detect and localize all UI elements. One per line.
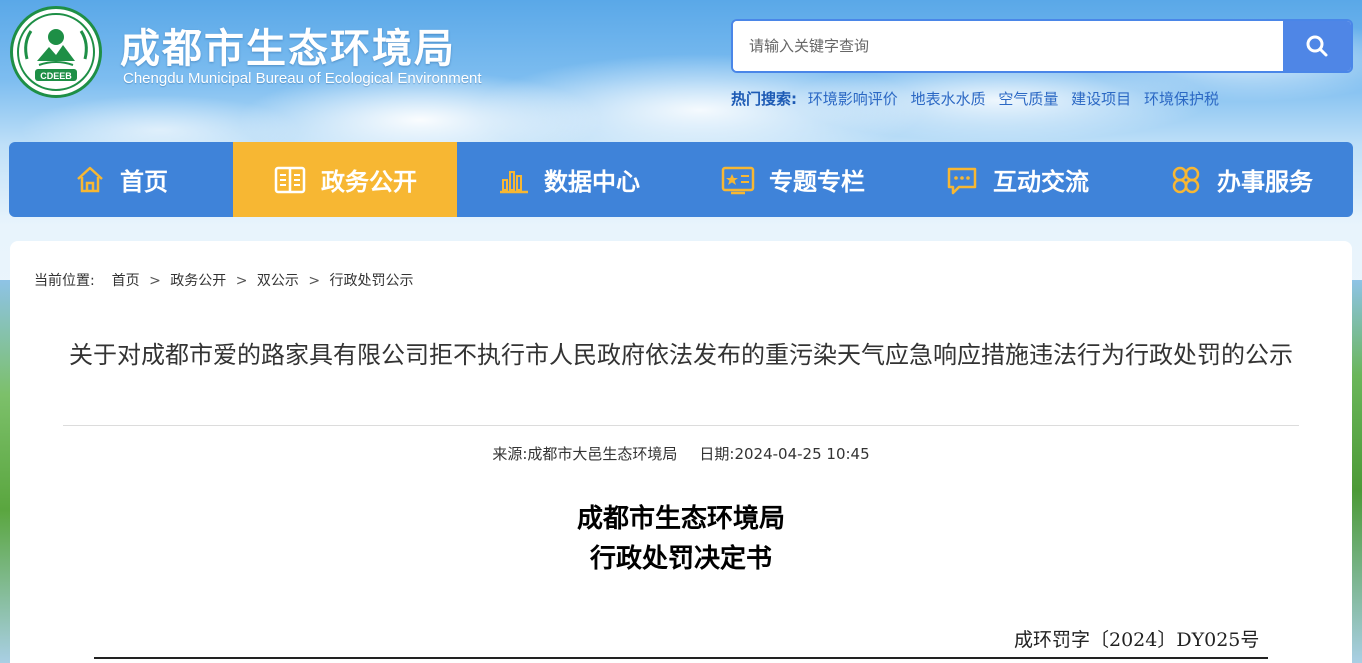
document-rule bbox=[94, 657, 1268, 659]
document-number: 成环罚字〔2024〕DY025号 bbox=[1014, 629, 1260, 651]
article-title: 关于对成都市爱的路家具有限公司拒不执行市人民政府依法发布的重污染天气应急响应措施… bbox=[69, 341, 1293, 369]
site-subtitle: Chengdu Municipal Bureau of Ecological E… bbox=[123, 70, 482, 87]
title-divider bbox=[63, 425, 1299, 426]
nav-item-interaction[interactable]: 互动交流 bbox=[905, 142, 1129, 217]
search-icon bbox=[1306, 35, 1328, 57]
nav-label: 专题专栏 bbox=[769, 168, 865, 196]
document-organization: 成都市生态环境局 bbox=[576, 504, 785, 534]
main-nav: 首页 政务公开 数据中心 专题专栏 互动交流 办事服务 bbox=[9, 142, 1353, 217]
nav-label: 互动交流 bbox=[993, 168, 1089, 196]
breadcrumb-prefix: 当前位置: bbox=[34, 273, 95, 289]
article-source: 来源:成都市大邑生态环境局 bbox=[492, 445, 678, 463]
hot-search: 热门搜索: 环境影响评价 地表水水质 空气质量 建设项目 环境保护税 bbox=[731, 88, 1227, 109]
chat-bubble-icon bbox=[947, 167, 977, 194]
breadcrumb-link[interactable]: 首页 bbox=[112, 273, 140, 289]
nav-label: 首页 bbox=[120, 168, 168, 196]
nav-label: 数据中心 bbox=[544, 168, 640, 196]
article-meta: 来源:成都市大邑生态环境局 日期:2024-04-25 10:45 bbox=[10, 443, 1352, 464]
article-date: 日期:2024-04-25 10:45 bbox=[699, 445, 870, 463]
breadcrumb-link[interactable]: 双公示 bbox=[257, 273, 299, 289]
breadcrumb-separator: > bbox=[235, 273, 248, 289]
document-heading: 成都市生态环境局 行政处罚决定书 bbox=[10, 499, 1352, 579]
nav-label: 政务公开 bbox=[321, 168, 417, 196]
content-card: 当前位置: 首页 > 政务公开 > 双公示 > 行政处罚公示 关于对成都市爱的路… bbox=[10, 241, 1352, 663]
breadcrumb-separator: > bbox=[308, 273, 321, 289]
site-title[interactable]: 成都市生态环境局 bbox=[120, 16, 456, 74]
search-input[interactable] bbox=[733, 21, 1284, 71]
home-icon bbox=[77, 166, 103, 192]
book-icon bbox=[274, 166, 306, 193]
bar-chart-icon bbox=[500, 170, 528, 193]
hot-search-link[interactable]: 环境影响评价 bbox=[808, 90, 898, 108]
star-card-icon bbox=[721, 166, 755, 194]
search-box bbox=[731, 19, 1353, 73]
breadcrumb: 当前位置: 首页 > 政务公开 > 双公示 > 行政处罚公示 bbox=[34, 270, 414, 290]
hot-search-link[interactable]: 空气质量 bbox=[998, 90, 1058, 108]
hot-search-link[interactable]: 地表水水质 bbox=[911, 90, 986, 108]
search-button[interactable] bbox=[1283, 21, 1351, 71]
logo-emblem-icon: CDEEB bbox=[17, 13, 95, 91]
breadcrumb-link[interactable]: 行政处罚公示 bbox=[330, 273, 414, 289]
nav-label: 办事服务 bbox=[1217, 168, 1313, 196]
nav-item-special-topics[interactable]: 专题专栏 bbox=[681, 142, 905, 217]
nav-item-government-affairs[interactable]: 政务公开 bbox=[233, 142, 457, 217]
logo-text: CDEEB bbox=[40, 71, 72, 81]
nav-item-home[interactable]: 首页 bbox=[9, 142, 233, 217]
hot-search-link[interactable]: 环境保护税 bbox=[1144, 90, 1219, 108]
grid-circles-icon bbox=[1172, 166, 1200, 193]
hot-search-link[interactable]: 建设项目 bbox=[1071, 90, 1131, 108]
breadcrumb-link[interactable]: 政务公开 bbox=[170, 273, 226, 289]
document-type: 行政处罚决定书 bbox=[589, 544, 772, 574]
breadcrumb-separator: > bbox=[149, 273, 161, 289]
nav-item-data-center[interactable]: 数据中心 bbox=[457, 142, 681, 217]
hot-search-label: 热门搜索: bbox=[731, 90, 797, 108]
site-logo[interactable]: CDEEB bbox=[10, 6, 102, 98]
nav-item-services[interactable]: 办事服务 bbox=[1129, 142, 1353, 217]
